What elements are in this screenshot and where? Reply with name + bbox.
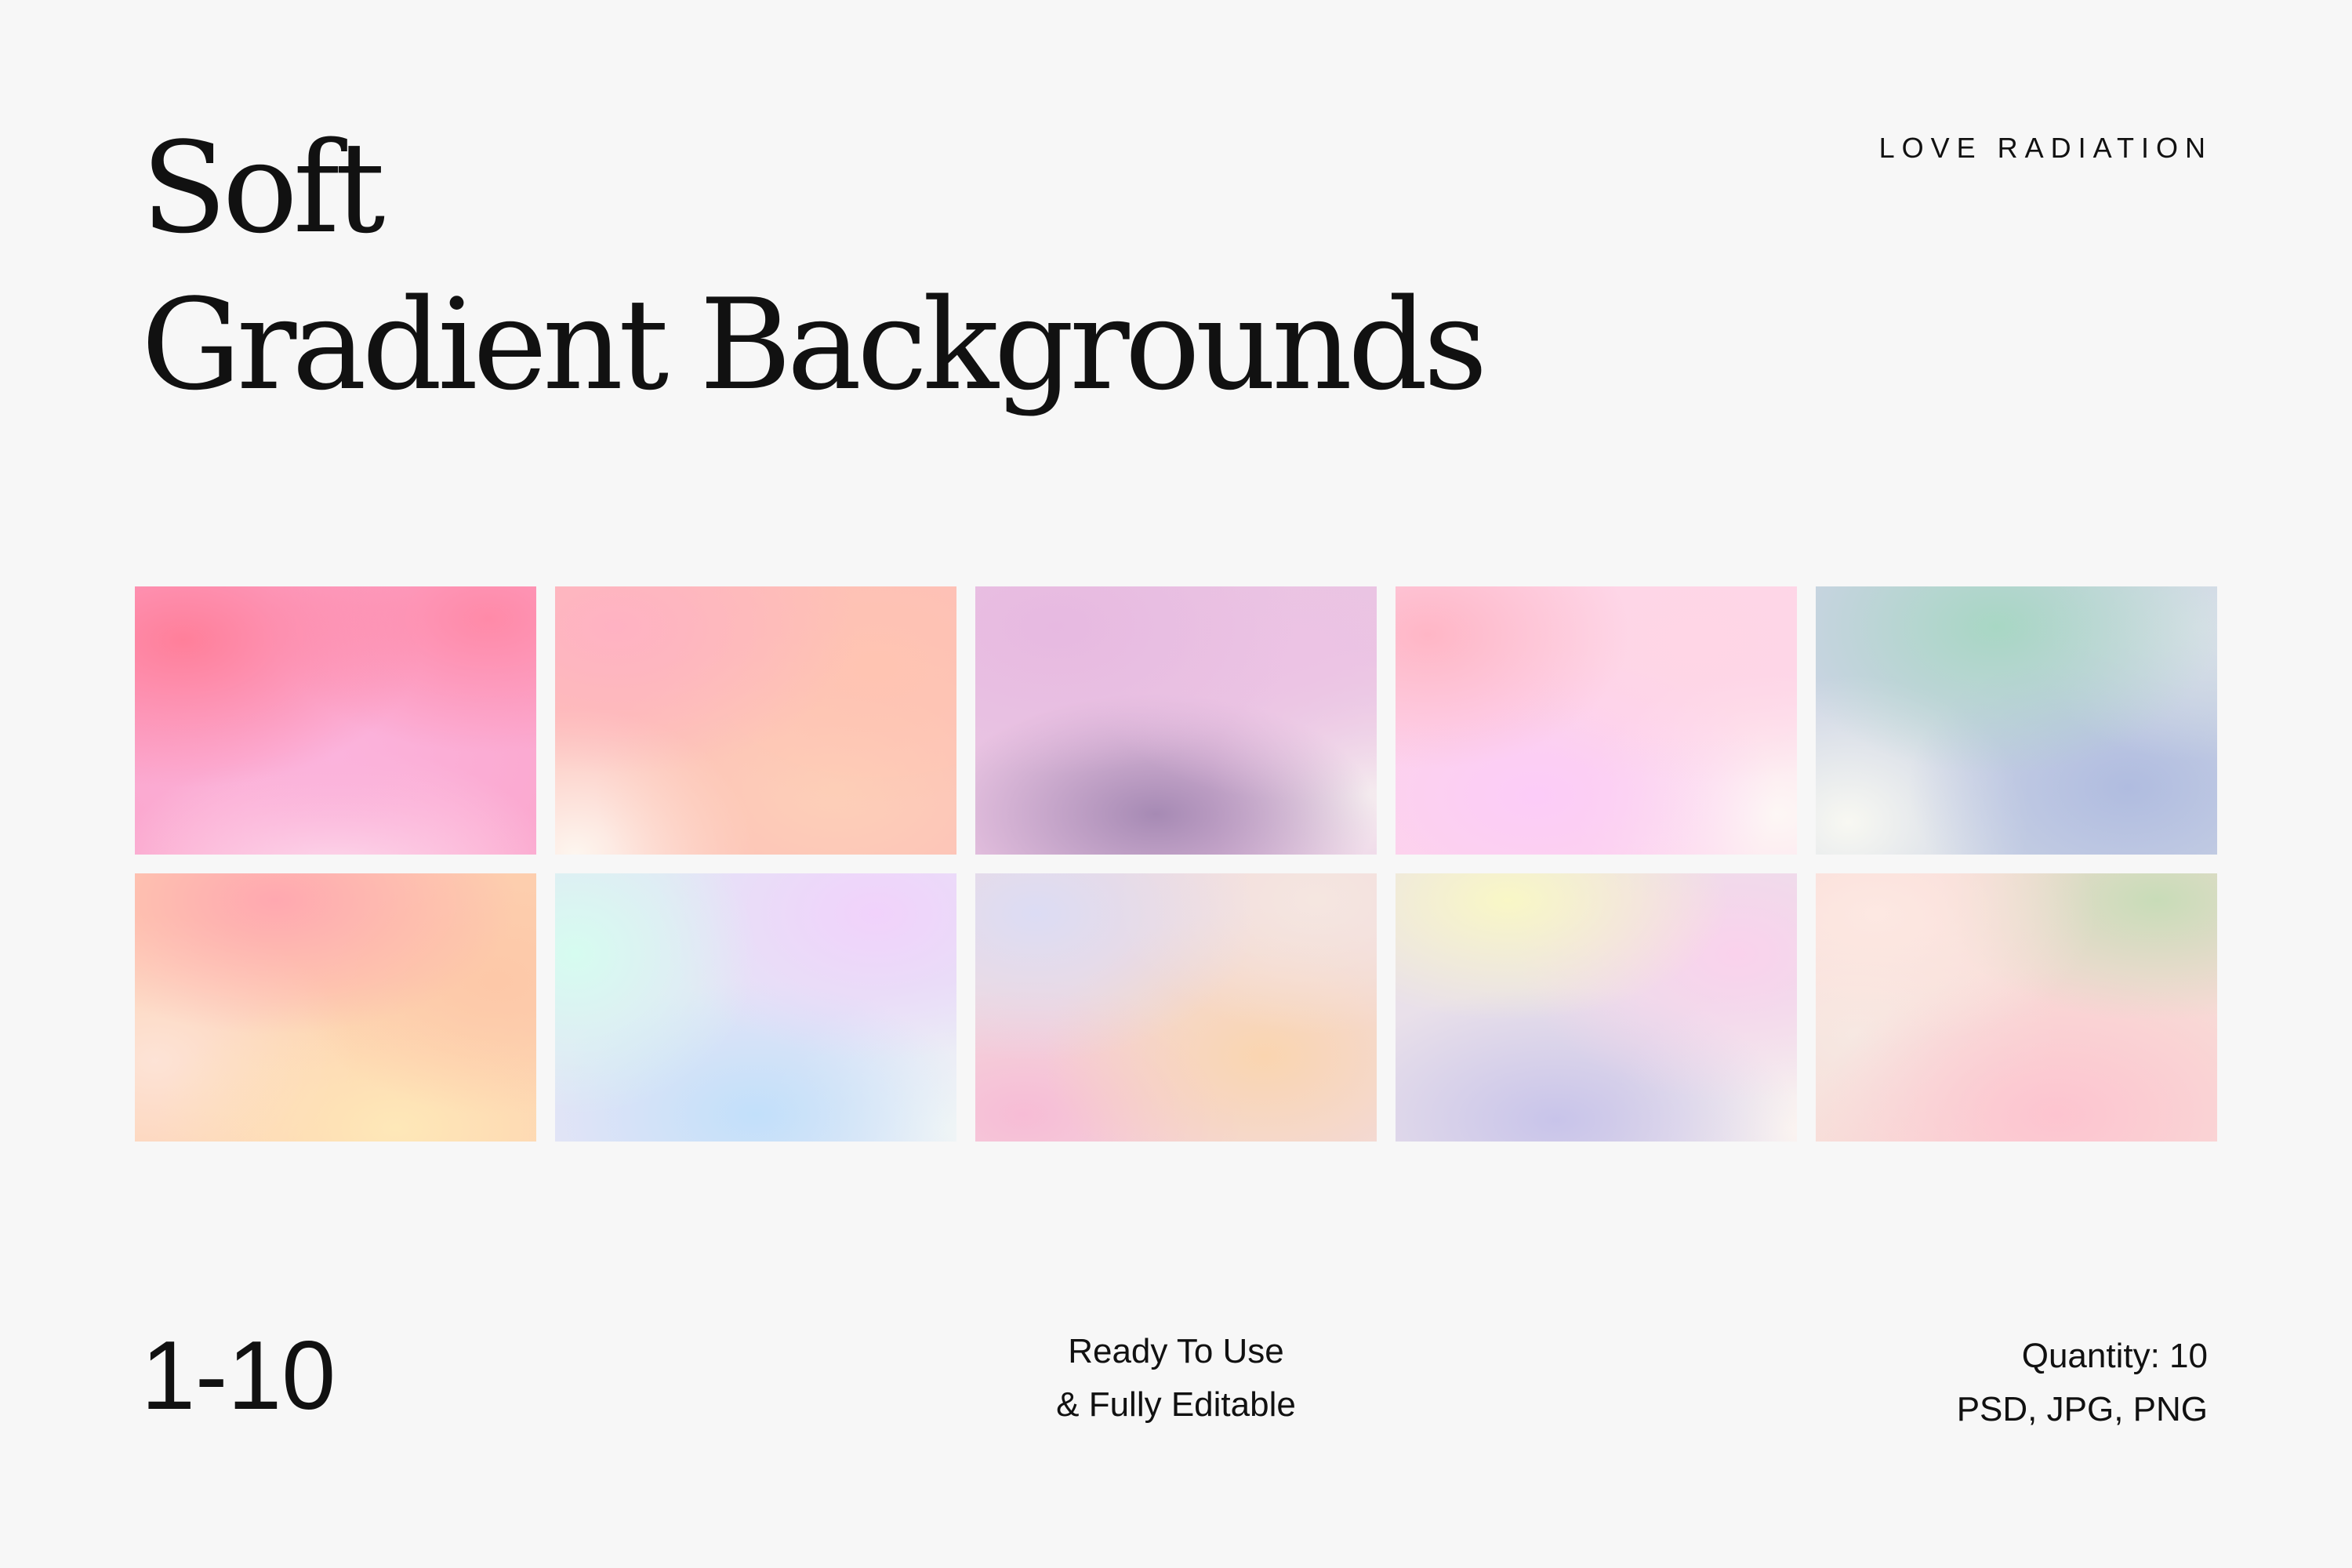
product-details: Quantity: 10 PSD, JPG, PNG [1957, 1330, 2208, 1436]
collection-range: 1-10 [141, 1322, 336, 1430]
tagline-line-2: & Fully Editable [1056, 1385, 1296, 1424]
tagline-line-1: Ready To Use [1068, 1332, 1284, 1370]
gradient-swatch-4 [1396, 586, 1797, 855]
tagline: Ready To Use & Fully Editable [941, 1325, 1411, 1432]
file-formats: PSD, JPG, PNG [1956, 1390, 2208, 1428]
gradient-swatch-9 [1396, 873, 1797, 1142]
title-line-1: Soft [141, 114, 385, 261]
gradient-swatch-1 [135, 586, 536, 855]
gradient-swatch-5 [1816, 586, 2217, 855]
gradient-swatch-2 [555, 586, 956, 855]
gradient-swatch-10 [1816, 873, 2217, 1142]
page-title: Soft Gradient Backgrounds [141, 110, 1488, 423]
gradient-swatch-7 [555, 873, 956, 1142]
gradient-swatch-3 [975, 586, 1377, 855]
title-line-2: Gradient Backgrounds [141, 271, 1488, 418]
brand-name: LOVE RADIATION [1878, 132, 2212, 164]
gradient-swatch-8 [975, 873, 1377, 1142]
gradient-swatch-grid [135, 586, 2219, 1142]
gradient-swatch-6 [135, 873, 536, 1142]
quantity-label: Quantity: 10 [2021, 1337, 2208, 1375]
